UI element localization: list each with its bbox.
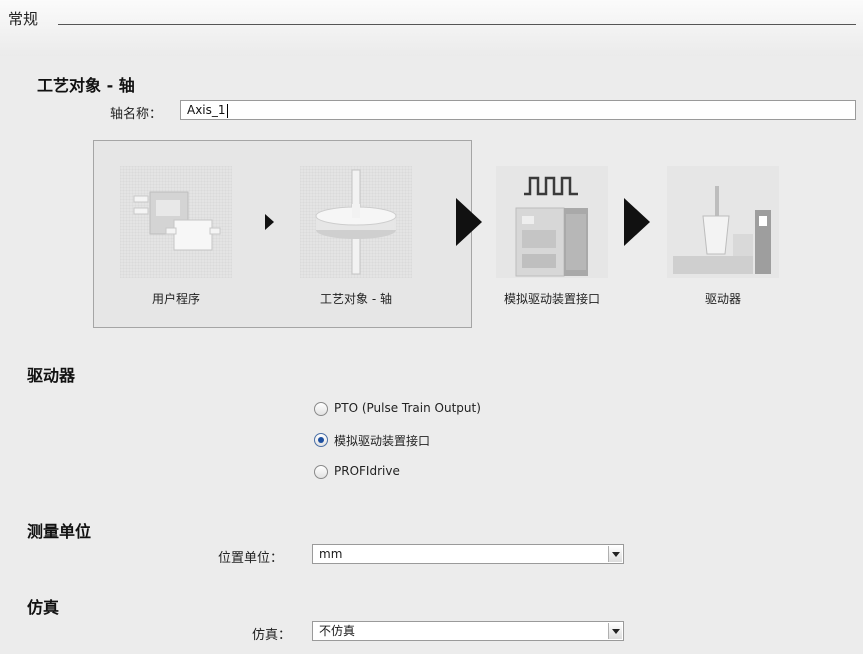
axis-name-label: 轴名称： — [110, 107, 163, 122]
position-unit-label: 位置单位： — [218, 551, 284, 566]
axis-disc-icon — [315, 169, 397, 275]
tech-object-title: 工艺对象 - 轴 — [37, 76, 135, 95]
simulation-label: 仿真： — [252, 628, 292, 643]
simulation-value: 不仿真 — [319, 624, 356, 638]
chevron-down-icon[interactable] — [608, 546, 622, 562]
radio-profidrive-label[interactable]: PROFIdrive — [334, 464, 400, 478]
general-title: 常规 — [8, 10, 39, 28]
flow-label-drive: 驱动器 — [704, 292, 741, 306]
flow-label-analog-interface: 模拟驱动装置接口 — [503, 292, 600, 306]
axis-object-tile — [300, 166, 412, 278]
simulation-section-title: 仿真 — [27, 598, 60, 617]
drive-tile — [667, 166, 779, 278]
flow-arrow-small — [265, 214, 274, 230]
position-unit-select[interactable]: mm — [312, 544, 624, 564]
radio-pto-label[interactable]: PTO (Pulse Train Output) — [334, 401, 481, 415]
flow-label-axis: 工艺对象 - 轴 — [320, 292, 392, 306]
flow-arrow-large — [456, 198, 482, 246]
user-program-blocks-icon — [133, 191, 221, 251]
axis-name-value: Axis_1 — [187, 103, 226, 117]
radio-pto[interactable] — [314, 402, 328, 416]
analog-interface-tile — [496, 166, 608, 278]
flow-label-user-program: 用户程序 — [151, 292, 200, 306]
axis-name-input[interactable]: Axis_1 — [180, 100, 856, 120]
flow-arrow-large — [624, 198, 650, 246]
text-caret — [226, 103, 228, 118]
simulation-select[interactable]: 不仿真 — [312, 621, 624, 641]
radio-analog-drive-label[interactable]: 模拟驱动装置接口 — [334, 432, 430, 449]
units-section-title: 测量单位 — [27, 522, 92, 541]
chevron-down-icon[interactable] — [608, 623, 622, 639]
position-unit-value: mm — [319, 547, 343, 561]
radio-analog-drive[interactable] — [314, 433, 328, 447]
radio-profidrive[interactable] — [314, 465, 328, 479]
general-header: 常规 — [0, 0, 863, 56]
user-program-tile — [120, 166, 232, 278]
drive-section-title: 驱动器 — [27, 366, 76, 385]
drive-motor-icon — [673, 186, 771, 274]
header-divider — [58, 24, 856, 25]
analog-drive-interface-icon — [515, 176, 588, 277]
